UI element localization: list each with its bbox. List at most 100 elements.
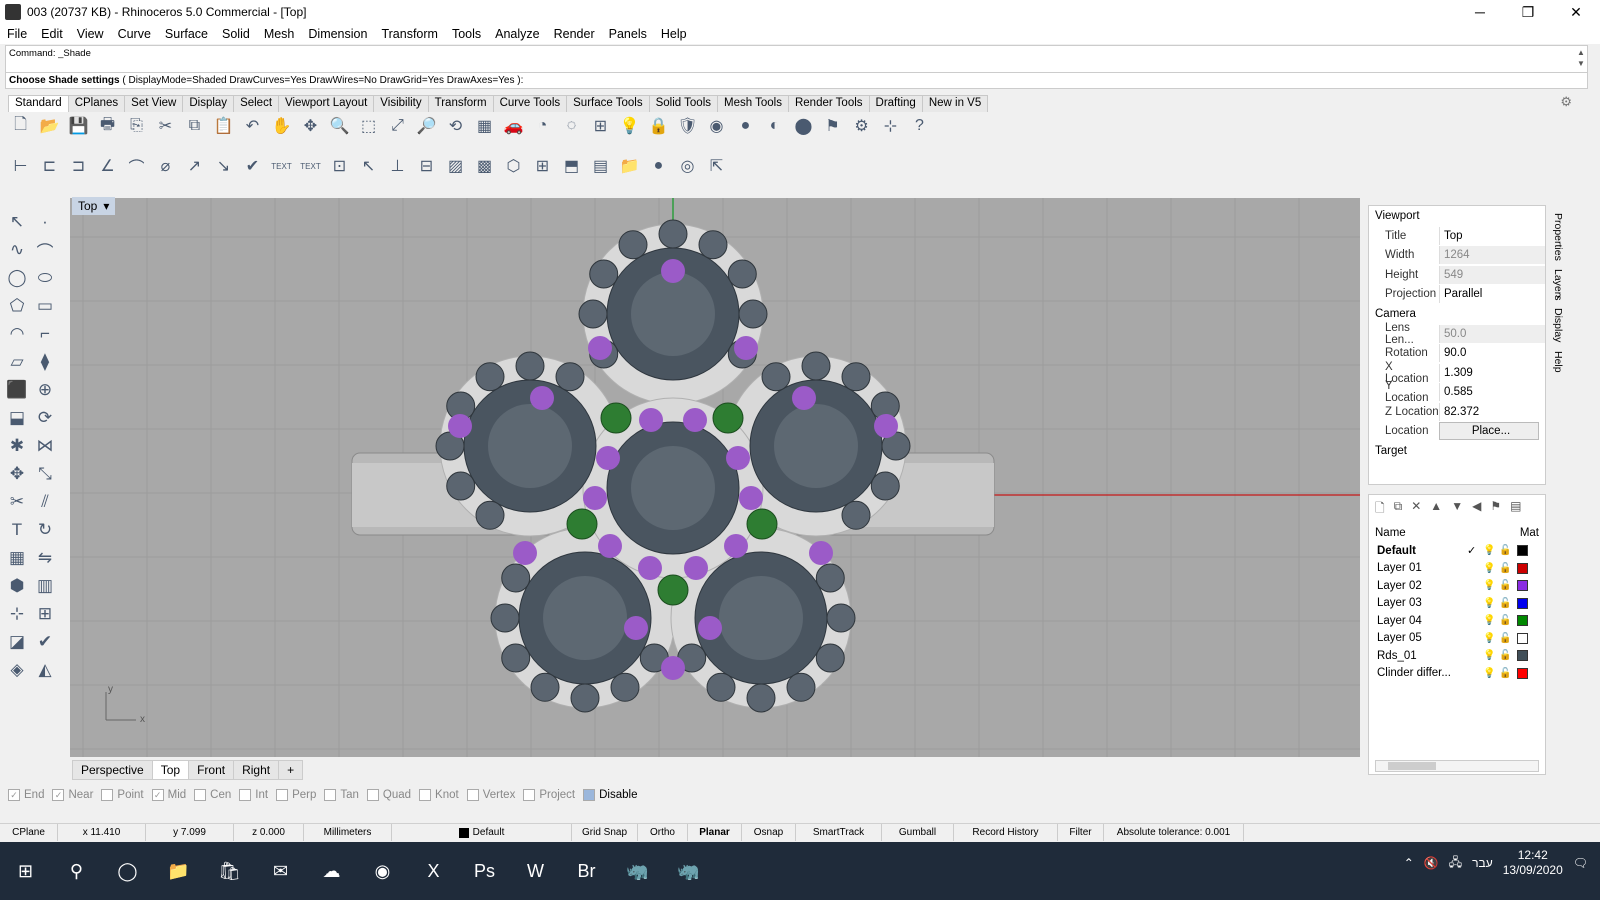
status-planar[interactable]: Planar: [688, 824, 742, 841]
viewport-tab-right[interactable]: Right: [233, 760, 280, 780]
text-icon[interactable]: TEXT: [269, 154, 294, 178]
ellipse-icon[interactable]: ⬭: [31, 264, 59, 292]
dimension-icon[interactable]: ⊹: [878, 114, 903, 138]
osnap-checkbox-icon[interactable]: [239, 789, 252, 801]
dot-icon[interactable]: ●: [646, 154, 671, 178]
new-sublayer-icon[interactable]: ⧉: [1394, 499, 1403, 520]
help-icon[interactable]: ?: [907, 114, 932, 138]
status-absolute-tolerance-0-001[interactable]: Absolute tolerance: 0.001: [1104, 824, 1244, 841]
grid-snap-icon[interactable]: ▥: [31, 572, 59, 600]
property-value[interactable]: Top: [1439, 226, 1545, 245]
copy-icon[interactable]: ⧉: [182, 114, 207, 138]
block-icon[interactable]: ⬡: [501, 154, 526, 178]
move-tool-icon[interactable]: ✥: [3, 460, 31, 488]
tab-viewport-layout[interactable]: Viewport Layout: [278, 95, 375, 112]
osnap-disable[interactable]: Disable: [583, 789, 637, 801]
osnap-mid[interactable]: ✓ Mid: [151, 789, 186, 801]
polyline-icon[interactable]: ∿: [3, 236, 31, 264]
dim-aligned-icon[interactable]: ⊏: [37, 154, 62, 178]
tray-chevron-icon[interactable]: ⌃: [1404, 856, 1414, 870]
rhino-icon[interactable]: 🦏: [612, 850, 663, 892]
file-explorer-icon[interactable]: 📁: [153, 850, 204, 892]
osnap-checkbox-icon[interactable]: [466, 789, 479, 801]
spiral-icon[interactable]: ◎: [675, 154, 700, 178]
undo-icon[interactable]: ↶: [240, 114, 265, 138]
visibility-bulb-icon[interactable]: 💡: [1483, 633, 1499, 644]
layer-color-swatch[interactable]: [1517, 650, 1528, 662]
scrollbar-thumb[interactable]: [1388, 762, 1436, 770]
osnap-vertex[interactable]: Vertex: [466, 789, 515, 801]
bridge-icon[interactable]: Br: [561, 850, 612, 892]
excel-icon[interactable]: X: [408, 850, 459, 892]
rotate-view-icon[interactable]: ⟲: [443, 114, 468, 138]
viewport-title-text[interactable]: Top: [78, 199, 97, 213]
menu-dimension[interactable]: Dimension: [301, 27, 374, 41]
visibility-bulb-icon[interactable]: 💡: [1483, 615, 1499, 626]
layer-color-swatch[interactable]: [1517, 545, 1528, 557]
mirror-icon[interactable]: ⇋: [31, 544, 59, 572]
menu-curve[interactable]: Curve: [111, 27, 158, 41]
viewport-tab-front[interactable]: Front: [188, 760, 235, 780]
lock-icon[interactable]: 🔓: [1499, 580, 1517, 591]
sphere-icon[interactable]: ⬤: [791, 114, 816, 138]
text-tool-icon[interactable]: T: [3, 516, 31, 544]
explode-icon[interactable]: ✱: [3, 432, 31, 460]
layer-row-rds-01[interactable]: Rds_01 💡 🔓: [1369, 647, 1545, 665]
tab-display[interactable]: Display: [182, 95, 235, 112]
zoom-window-icon[interactable]: ⬚: [356, 114, 381, 138]
detail-icon[interactable]: ⊞: [530, 154, 555, 178]
osnap-end[interactable]: ✓ End: [8, 789, 44, 801]
annotation-icon[interactable]: ⊡: [327, 154, 352, 178]
property-value[interactable]: 1264: [1439, 246, 1545, 265]
tab-select[interactable]: Select: [233, 95, 280, 112]
task-view-icon[interactable]: ◯: [102, 850, 153, 892]
onedrive-icon[interactable]: ☁: [306, 850, 357, 892]
osnap-knot[interactable]: Knot: [419, 789, 459, 801]
layer-name[interactable]: Default: [1377, 545, 1467, 557]
layer-color-swatch[interactable]: [1517, 615, 1528, 627]
tab-transform[interactable]: Transform: [427, 95, 494, 112]
menu-mesh[interactable]: Mesh: [257, 27, 302, 41]
layer-name[interactable]: Layer 01: [1377, 562, 1467, 574]
trim-icon[interactable]: ✂: [3, 488, 31, 516]
array-icon[interactable]: ▦: [3, 544, 31, 572]
side-tab-layers[interactable]: Layers: [1552, 269, 1564, 301]
four-views-icon[interactable]: ▦: [472, 114, 497, 138]
menu-file[interactable]: File: [0, 27, 34, 41]
notifications-icon[interactable]: 🗨: [1573, 856, 1588, 870]
dim-leader-icon[interactable]: ↗: [182, 154, 207, 178]
side-tab-display[interactable]: Display: [1552, 308, 1564, 342]
light-bulb-icon[interactable]: 💡: [617, 114, 642, 138]
dim-diameter-icon[interactable]: ⌀: [153, 154, 178, 178]
tab-surface-tools[interactable]: Surface Tools: [566, 95, 650, 112]
layer-row-layer-05[interactable]: Layer 05 💡 🔓: [1369, 630, 1545, 648]
new-file-icon[interactable]: 🗋: [8, 114, 33, 138]
layer-name[interactable]: Layer 04: [1377, 615, 1467, 627]
dim-angle-icon[interactable]: ∠: [95, 154, 120, 178]
layer-tools-icon[interactable]: ▤: [1510, 499, 1521, 520]
history-scroll-up-icon[interactable]: ▲: [1576, 48, 1586, 57]
status-osnap[interactable]: Osnap: [742, 824, 796, 841]
side-tab-help[interactable]: Help: [1552, 351, 1564, 373]
status-grid-snap[interactable]: Grid Snap: [572, 824, 638, 841]
tab-visibility[interactable]: Visibility: [373, 95, 429, 112]
print-icon[interactable]: 🖶: [95, 114, 120, 138]
status-gumball[interactable]: Gumball: [882, 824, 954, 841]
history-scroll-down-icon[interactable]: ▼: [1576, 59, 1586, 68]
osnap-checkbox-icon[interactable]: [583, 789, 596, 801]
move-icon[interactable]: ✥: [298, 114, 323, 138]
toolbar-settings-gear-icon[interactable]: ⚙: [1560, 94, 1572, 110]
snap-icon[interactable]: ⊹: [3, 600, 31, 628]
tab-mesh-tools[interactable]: Mesh Tools: [717, 95, 789, 112]
visibility-bulb-icon[interactable]: 💡: [1483, 563, 1499, 574]
box-icon[interactable]: ⬒: [559, 154, 584, 178]
network-icon[interactable]: 🖧: [1449, 853, 1462, 874]
extrude-icon[interactable]: ⬓: [3, 404, 31, 432]
status-record-history[interactable]: Record History: [954, 824, 1058, 841]
check-icon[interactable]: ✔: [31, 628, 59, 656]
command-prompt-options[interactable]: ( DisplayMode=Shaded DrawCurves=Yes Draw…: [122, 75, 523, 86]
osnap-checkbox-icon[interactable]: [324, 789, 337, 801]
chrome-icon[interactable]: ◉: [357, 850, 408, 892]
tab-curve-tools[interactable]: Curve Tools: [492, 95, 568, 112]
box-solid-icon[interactable]: ⬛: [3, 376, 31, 404]
